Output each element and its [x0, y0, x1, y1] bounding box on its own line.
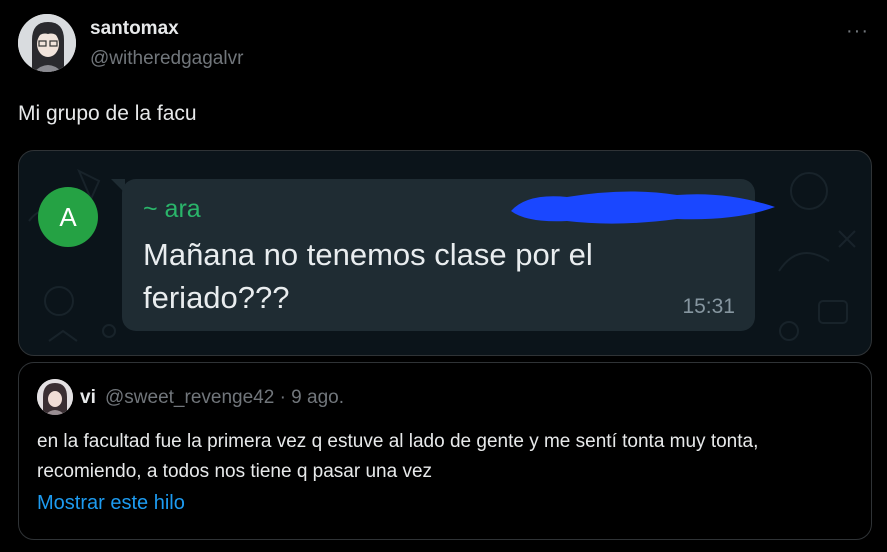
author-avatar[interactable]: [18, 14, 76, 72]
show-thread-link[interactable]: Mostrar este hilo: [37, 492, 185, 515]
chat-timestamp: 15:31: [682, 295, 735, 318]
redaction-scribble: [511, 191, 775, 224]
quoted-tweet-text: en la facultad fue la primera vez q estu…: [37, 431, 759, 482]
quoted-handle-date[interactable]: @sweet_revenge42 · 9 ago.: [105, 387, 344, 409]
author-name[interactable]: santomax: [90, 18, 179, 40]
author-handle[interactable]: @witheredgagalvr: [90, 48, 243, 70]
chat-message-text: Mañana no tenemos clase por el feriado??…: [143, 237, 593, 315]
chat-sender: ~ ara: [143, 195, 201, 223]
tweet-media-image[interactable]: A ~ ara Mañana no tenemos clase por el f…: [18, 150, 872, 356]
tweet-text: Mi grupo de la facu: [18, 102, 197, 125]
chat-contact-avatar: A: [38, 187, 98, 247]
more-options-icon[interactable]: ···: [846, 20, 869, 43]
quoted-author-name[interactable]: vi: [80, 387, 96, 409]
quoted-tweet[interactable]: vi @sweet_revenge42 · 9 ago. en la facul…: [18, 362, 872, 540]
quoted-author-avatar[interactable]: [37, 379, 73, 415]
chat-bubble: ~ ara Mañana no tenemos clase por el fer…: [122, 179, 775, 331]
